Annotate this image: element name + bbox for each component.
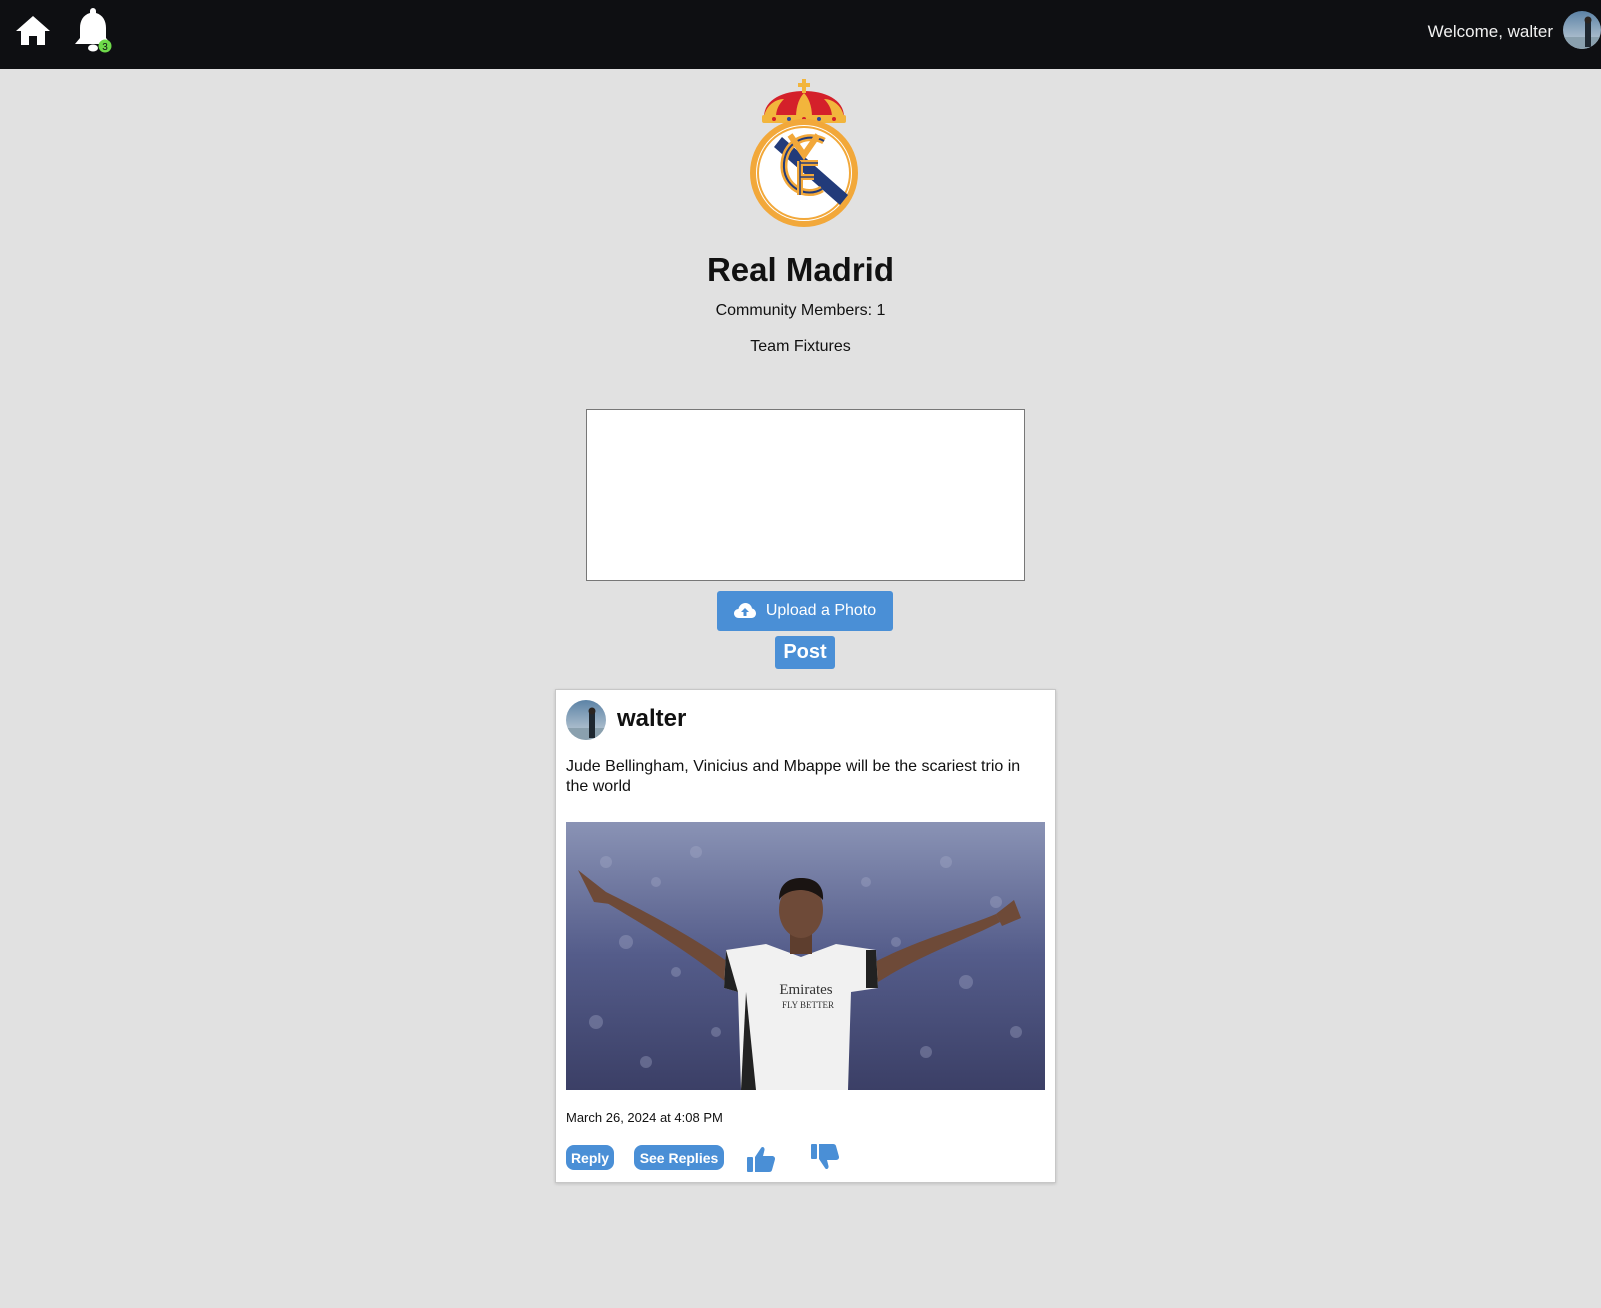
upload-photo-button[interactable]: Upload a Photo <box>717 591 893 631</box>
team-fixtures-container: Team Fixtures <box>0 338 1601 356</box>
home-icon[interactable] <box>14 12 52 50</box>
shirt-sponsor-tagline: FLY BETTER <box>782 1000 834 1010</box>
post-author-avatar[interactable] <box>566 700 606 740</box>
post-button[interactable]: Post <box>775 636 835 669</box>
post-textarea[interactable] <box>586 409 1025 581</box>
cloud-upload-icon <box>733 603 756 618</box>
shirt-sponsor-text: Emirates <box>779 982 832 998</box>
team-fixtures-link[interactable]: Team Fixtures <box>750 338 850 355</box>
top-navbar: 3 Welcome, walter <box>0 0 1601 69</box>
post-timestamp: March 26, 2024 at 4:08 PM <box>566 1110 723 1125</box>
post-author-name[interactable]: walter <box>617 705 686 733</box>
post-card: walter Jude Bellingham, Vinicius and Mba… <box>555 689 1056 1183</box>
community-title: Real Madrid <box>706 251 895 288</box>
upload-photo-label: Upload a Photo <box>765 602 877 619</box>
user-avatar[interactable] <box>1563 11 1601 49</box>
real-madrid-crest <box>750 79 858 227</box>
bell-icon[interactable]: 3 <box>70 6 118 56</box>
notification-count: 3 <box>102 42 108 53</box>
thumbs-up-icon[interactable] <box>746 1145 776 1173</box>
reply-button[interactable]: Reply <box>566 1145 614 1170</box>
see-replies-button[interactable]: See Replies <box>634 1145 724 1170</box>
post-photo: Emirates FLY BETTER <box>566 822 1045 1090</box>
thumbs-down-icon[interactable] <box>810 1143 840 1171</box>
community-members-count: Community Members: 1 <box>715 302 886 319</box>
welcome-text: Welcome, walter <box>1427 22 1553 41</box>
post-body: Jude Bellingham, Vinicius and Mbappe wil… <box>566 758 1021 795</box>
